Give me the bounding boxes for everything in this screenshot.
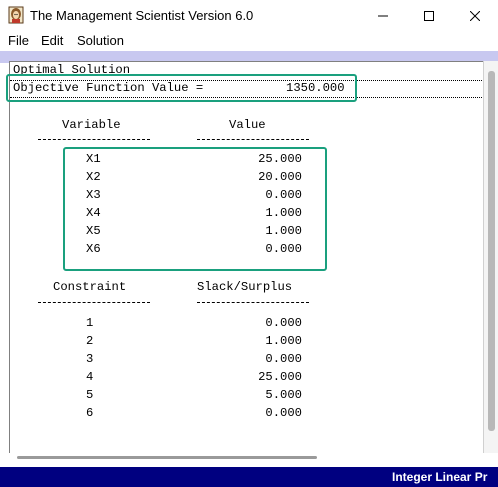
variables-highlight bbox=[63, 147, 327, 271]
close-button[interactable] bbox=[452, 0, 498, 31]
status-text: Integer Linear Pr bbox=[392, 470, 488, 484]
menu-solution[interactable]: Solution bbox=[77, 33, 124, 48]
slack-value: 5.000 bbox=[265, 388, 302, 402]
underline bbox=[38, 302, 150, 303]
slack-value: 25.000 bbox=[258, 370, 302, 384]
slack-value: 0.000 bbox=[265, 406, 302, 420]
constraint-id: 2 bbox=[86, 334, 94, 348]
underline bbox=[38, 139, 150, 140]
constraint-id: 6 bbox=[86, 406, 94, 420]
underline bbox=[197, 139, 309, 140]
objective-highlight bbox=[6, 74, 357, 102]
constraint-id: 5 bbox=[86, 388, 94, 402]
slack-value: 0.000 bbox=[265, 316, 302, 330]
minimize-icon bbox=[378, 15, 388, 16]
value-header: Value bbox=[229, 118, 266, 132]
menu-edit[interactable]: Edit bbox=[41, 33, 63, 48]
window-title: The Management Scientist Version 6.0 bbox=[30, 8, 254, 23]
constraint-header: Constraint bbox=[53, 280, 127, 294]
app-icon bbox=[8, 6, 24, 24]
slack-value: 0.000 bbox=[265, 352, 302, 366]
variable-header: Variable bbox=[62, 118, 121, 132]
constraint-id: 3 bbox=[86, 352, 94, 366]
constraint-id: 1 bbox=[86, 316, 94, 330]
vertical-scrollbar[interactable] bbox=[483, 61, 498, 453]
underline bbox=[197, 302, 309, 303]
status-bar: Integer Linear Pr bbox=[0, 466, 498, 487]
title-bar: The Management Scientist Version 6.0 bbox=[0, 0, 498, 31]
menu-file[interactable]: File bbox=[8, 33, 29, 48]
scrollbar-thumb[interactable] bbox=[488, 71, 495, 431]
maximize-button[interactable] bbox=[406, 0, 452, 31]
scrollbar-thumb[interactable] bbox=[17, 456, 317, 459]
menu-bar: File Edit Solution bbox=[0, 31, 498, 51]
horizontal-scrollbar[interactable] bbox=[9, 453, 483, 464]
slack-value: 1.000 bbox=[265, 334, 302, 348]
constraint-id: 4 bbox=[86, 370, 94, 384]
close-icon bbox=[470, 10, 480, 21]
maximize-icon bbox=[424, 10, 434, 21]
slack-header: Slack/Surplus bbox=[197, 280, 293, 294]
minimize-button[interactable] bbox=[360, 0, 406, 31]
